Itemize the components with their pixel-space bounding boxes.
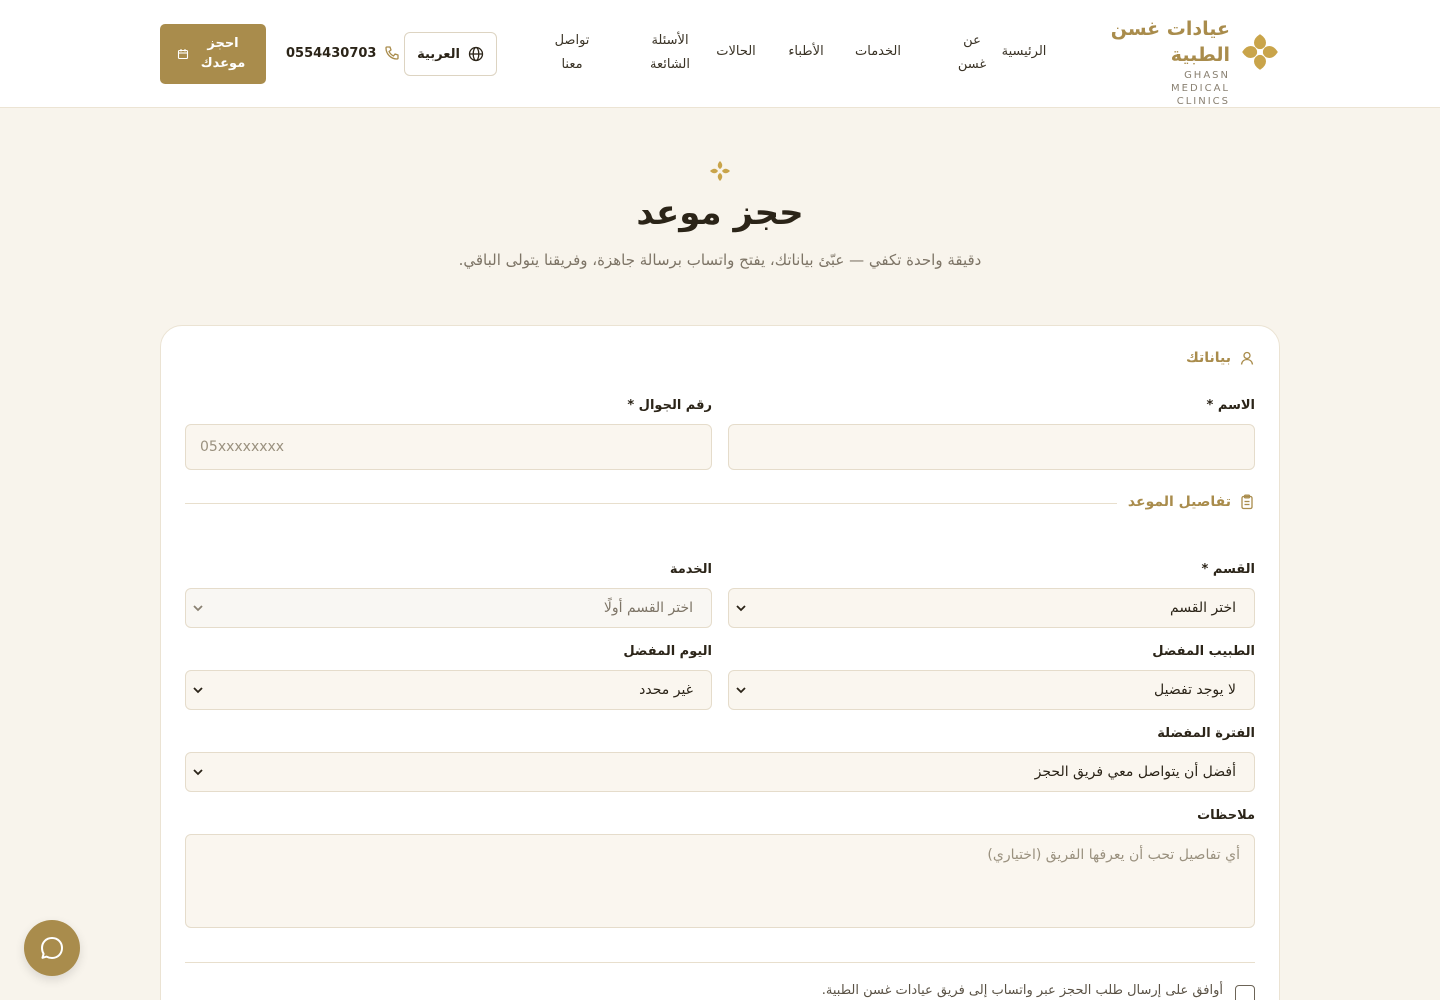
site-header: عيادات غسن الطبية GHASN MEDICAL CLINICS … (0, 0, 1440, 108)
consent-checkbox[interactable] (1235, 985, 1255, 1000)
personal-section-header: بياناتك (1186, 350, 1255, 366)
day-select[interactable]: غير محدد (185, 670, 712, 710)
service-select[interactable]: اختر القسم أولًا (185, 588, 712, 628)
period-value: أفضل أن يتواصل معي فريق الحجز (1034, 764, 1236, 780)
language-label: العربية (417, 46, 460, 62)
details-section-title: تفاصيل الموعد (1127, 494, 1231, 510)
department-select[interactable]: اختر القسم (728, 588, 1255, 628)
period-label: الفترة المفضلة (1157, 726, 1255, 741)
phone-label: رقم الجوال * (627, 398, 712, 413)
nav-services[interactable]: الخدمات (848, 40, 908, 64)
name-input[interactable] (728, 424, 1255, 470)
personal-section-title: بياناتك (1185, 350, 1231, 366)
service-value: اختر القسم أولًا (603, 600, 693, 616)
ornament-icon (710, 161, 730, 181)
nav-home[interactable]: الرئيسية (994, 40, 1054, 64)
brand-name-ar: عيادات غسن الطبية (1110, 18, 1230, 66)
name-label: الاسم * (1206, 398, 1255, 413)
brand-name-en: GHASN MEDICAL CLINICS (1171, 70, 1230, 107)
chevron-down-icon (193, 687, 203, 694)
calendar-icon (177, 49, 189, 60)
chevron-down-icon (736, 605, 746, 612)
phone-number: 0554430703 (286, 45, 377, 61)
book-appointment-button[interactable]: احجز موعدك (160, 24, 266, 84)
page-subtitle: دقيقة واحدة تكفي — عبّئ بياناتك، يفتح وا… (458, 251, 982, 269)
phone-icon (385, 46, 400, 60)
service-label: الخدمة (669, 562, 712, 577)
user-icon (1240, 351, 1254, 365)
clipboard-icon (1241, 494, 1253, 510)
day-label: اليوم المفضل (623, 644, 712, 659)
phone-input[interactable]: 05xxxxxxxx (185, 424, 712, 470)
chat-button[interactable] (24, 920, 80, 976)
doctor-value: لا يوجد تفضيل (1154, 682, 1236, 698)
department-value: اختر القسم (1170, 600, 1236, 616)
booking-form-card: بياناتك الاسم * رقم الجوال * 05xxxxxxxx … (160, 325, 1280, 1000)
details-section-header: تفاصيل الموعد (1128, 494, 1255, 510)
doctor-select[interactable]: لا يوجد تفضيل (728, 670, 1255, 710)
phone-link[interactable]: 0554430703 (286, 40, 400, 66)
book-label: احجز موعدك (200, 36, 246, 71)
chevron-down-icon (193, 769, 203, 776)
page-title: حجز موعد (636, 193, 804, 233)
brand-logo[interactable]: عيادات غسن الطبية GHASN MEDICAL CLINICS (1111, 14, 1280, 107)
ornament-logo-icon (1242, 34, 1278, 70)
day-value: غير محدد (639, 682, 693, 698)
chevron-down-icon (736, 687, 746, 694)
consent-label: أوافق على إرسال طلب الحجز عبر واتساب إلى… (821, 983, 1223, 998)
nav-faq[interactable]: الأسئلة الشائعة (638, 29, 702, 77)
nav-about[interactable]: عن غسن (954, 29, 990, 77)
form-divider (185, 962, 1255, 963)
details-divider (185, 503, 1117, 504)
globe-icon (468, 46, 484, 62)
language-switcher[interactable]: العربية (404, 32, 497, 76)
nav-doctors[interactable]: الأطباء (778, 40, 834, 64)
nav-contact[interactable]: تواصل معنا (546, 29, 598, 77)
period-select[interactable]: أفضل أن يتواصل معي فريق الحجز (185, 752, 1255, 792)
department-label: القسم * (1201, 562, 1255, 577)
chat-bubble-icon (41, 937, 63, 959)
chevron-down-icon (193, 605, 203, 612)
notes-textarea[interactable]: أي تفاصيل تحب أن يعرفها الفريق (اختياري) (185, 834, 1255, 928)
doctor-label: الطبيب المفضل (1152, 644, 1255, 659)
notes-label: ملاحظات (1197, 808, 1255, 823)
nav-cases[interactable]: الحالات (708, 40, 764, 64)
